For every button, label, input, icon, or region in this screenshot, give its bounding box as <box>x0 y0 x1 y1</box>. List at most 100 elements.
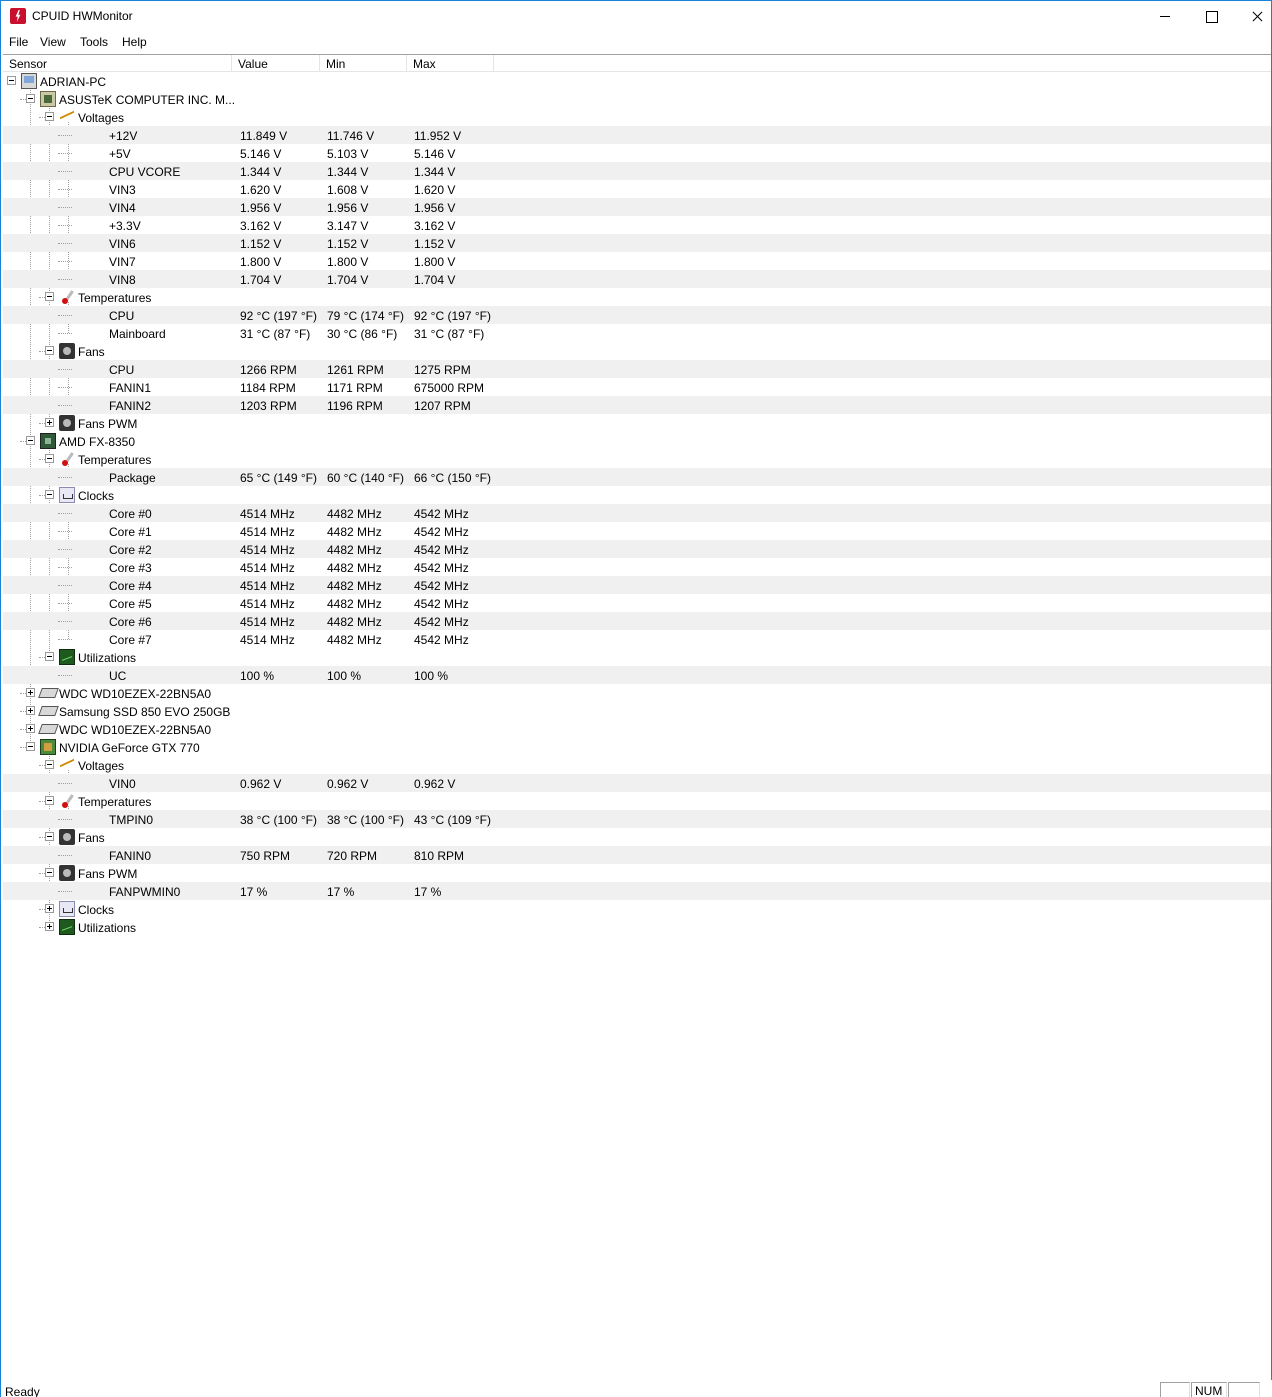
tree-node-row[interactable]: Temperatures <box>3 288 1271 306</box>
collapse-button[interactable] <box>45 346 54 355</box>
sensor-min-cell: 4482 MHz <box>327 561 382 575</box>
status-pane-empty <box>1160 1382 1190 1397</box>
tree-node-row[interactable]: Clocks <box>3 486 1271 504</box>
sensor-row[interactable]: CPU VCORE 1.344 V 1.344 V 1.344 V <box>3 162 1271 180</box>
thermometer-icon <box>59 793 75 809</box>
column-header-sensor[interactable]: Sensor <box>3 55 232 72</box>
sensor-name: VIN4 <box>109 201 136 215</box>
expand-button[interactable] <box>26 724 35 733</box>
sensor-row[interactable]: CPU 92 °C (197 °F) 79 °C (174 °F) 92 °C (19… <box>3 306 1271 324</box>
tree-node-row[interactable]: Voltages <box>3 108 1271 126</box>
collapse-button[interactable] <box>45 832 54 841</box>
tree-node-row[interactable]: WDC WD10EZEX-22BN5A0 <box>3 720 1271 738</box>
tree-node-row[interactable]: Fans <box>3 828 1271 846</box>
sensor-row[interactable]: VIN3 1.620 V 1.608 V 1.620 V <box>3 180 1271 198</box>
sensor-row[interactable]: +12V 11.849 V 11.746 V 11.952 V <box>3 126 1271 144</box>
tree-node-row[interactable]: Samsung SSD 850 EVO 250GB <box>3 702 1271 720</box>
collapse-button[interactable] <box>45 490 54 499</box>
sensor-tree[interactable]: ADRIAN-PC ASUSTeK COMPUTER INC. M... Volta… <box>3 72 1271 1378</box>
sensor-row[interactable]: VIN7 1.800 V 1.800 V 1.800 V <box>3 252 1271 270</box>
sensor-row[interactable]: CPU 1266 RPM 1261 RPM 1275 RPM <box>3 360 1271 378</box>
maximize-button[interactable] <box>1188 1 1234 31</box>
sensor-max-cell: 4542 MHz <box>414 615 469 629</box>
tree-node-row[interactable]: Voltages <box>3 756 1271 774</box>
sensor-name: FANPWMIN0 <box>109 885 181 899</box>
sensor-row[interactable]: Mainboard 31 °C (87 °F) 30 °C (86 °F) 31 °C… <box>3 324 1271 342</box>
collapse-button[interactable] <box>45 112 54 121</box>
column-header-min[interactable]: Min <box>320 55 407 72</box>
tree-connector-line <box>58 891 72 892</box>
tree-node-label: WDC WD10EZEX-22BN5A0 <box>59 687 212 701</box>
sensor-max-cell: 1.620 V <box>414 183 456 197</box>
sensor-row[interactable]: VIN0 0.962 V 0.962 V 0.962 V <box>3 774 1271 792</box>
collapse-button[interactable] <box>45 292 54 301</box>
sensor-row[interactable]: +5V 5.146 V 5.103 V 5.146 V <box>3 144 1271 162</box>
sensor-value-cell: 4514 MHz <box>240 543 295 557</box>
expand-button[interactable] <box>45 904 54 913</box>
sensor-row[interactable]: FANIN2 1203 RPM 1196 RPM 1207 RPM <box>3 396 1271 414</box>
tree-node-row[interactable]: ASUSTeK COMPUTER INC. M... <box>3 90 1271 108</box>
tree-node-label: Utilizations <box>78 921 137 935</box>
menu-help[interactable]: Help <box>122 35 147 49</box>
tree-node-row[interactable]: NVIDIA GeForce GTX 770 <box>3 738 1271 756</box>
sensor-row[interactable]: UC 100 % 100 % 100 % <box>3 666 1271 684</box>
collapse-button[interactable] <box>26 94 35 103</box>
sensor-row[interactable]: VIN8 1.704 V 1.704 V 1.704 V <box>3 270 1271 288</box>
menu-view[interactable]: View <box>40 35 66 49</box>
collapse-button[interactable] <box>26 742 35 751</box>
close-button[interactable] <box>1234 1 1272 31</box>
sensor-row[interactable]: VIN6 1.152 V 1.152 V 1.152 V <box>3 234 1271 252</box>
expand-button[interactable] <box>26 688 35 697</box>
expand-button[interactable] <box>45 418 54 427</box>
tree-connector-line <box>58 225 72 226</box>
tree-node-row[interactable]: Temperatures <box>3 792 1271 810</box>
sensor-row[interactable]: VIN4 1.956 V 1.956 V 1.956 V <box>3 198 1271 216</box>
tree-node-row[interactable]: Clocks <box>3 900 1271 918</box>
tree-node-row[interactable]: Fans PWM <box>3 414 1271 432</box>
sensor-row[interactable]: Core #7 4514 MHz 4482 MHz 4542 MHz <box>3 630 1271 648</box>
column-header-max[interactable]: Max <box>407 55 494 72</box>
expand-button[interactable] <box>45 922 54 931</box>
sensor-row[interactable]: Core #4 4514 MHz 4482 MHz 4542 MHz <box>3 576 1271 594</box>
collapse-button[interactable] <box>26 436 35 445</box>
menu-tools[interactable]: Tools <box>80 35 108 49</box>
minimize-button[interactable] <box>1142 1 1188 31</box>
tree-node-row[interactable]: Fans PWM <box>3 864 1271 882</box>
sensor-row[interactable]: +3.3V 3.162 V 3.147 V 3.162 V <box>3 216 1271 234</box>
sensor-row[interactable]: FANIN0 750 RPM 720 RPM 810 RPM <box>3 846 1271 864</box>
collapse-button[interactable] <box>45 796 54 805</box>
tree-node-row[interactable]: AMD FX-8350 <box>3 432 1271 450</box>
collapse-button[interactable] <box>45 652 54 661</box>
tree-connector-line <box>58 315 72 316</box>
sensor-row[interactable]: TMPIN0 38 °C (100 °F) 38 °C (100 °F) 43 °C … <box>3 810 1271 828</box>
collapse-button[interactable] <box>45 868 54 877</box>
collapse-button[interactable] <box>7 76 16 85</box>
tree-node-row[interactable]: Utilizations <box>3 918 1271 936</box>
tree-node-row[interactable]: WDC WD10EZEX-22BN5A0 <box>3 684 1271 702</box>
sensor-row[interactable]: Package 65 °C (149 °F) 60 °C (140 °F) 66 °C… <box>3 468 1271 486</box>
collapse-button[interactable] <box>45 760 54 769</box>
tree-node-row[interactable]: Temperatures <box>3 450 1271 468</box>
sensor-min-cell: 4482 MHz <box>327 543 382 557</box>
tree-node-row[interactable]: Fans <box>3 342 1271 360</box>
tree-node-row[interactable]: ADRIAN-PC <box>3 72 1271 90</box>
collapse-button[interactable] <box>45 454 54 463</box>
title-bar[interactable]: CPUID HWMonitor <box>1 1 1271 32</box>
menu-file[interactable]: File <box>9 35 28 49</box>
sensor-row[interactable]: Core #1 4514 MHz 4482 MHz 4542 MHz <box>3 522 1271 540</box>
sensor-row[interactable]: Core #6 4514 MHz 4482 MHz 4542 MHz <box>3 612 1271 630</box>
sensor-row[interactable]: FANPWMIN0 17 % 17 % 17 % <box>3 882 1271 900</box>
sensor-name: FANIN0 <box>109 849 152 863</box>
sensor-name: FANIN2 <box>109 399 152 413</box>
sensor-row[interactable]: Core #5 4514 MHz 4482 MHz 4542 MHz <box>3 594 1271 612</box>
expand-button[interactable] <box>26 706 35 715</box>
fan-pwm-icon <box>59 865 75 881</box>
tree-connector-line <box>58 207 72 208</box>
tree-node-row[interactable]: Utilizations <box>3 648 1271 666</box>
sensor-row[interactable]: FANIN1 1184 RPM 1171 RPM 675000 RPM <box>3 378 1271 396</box>
column-header-value[interactable]: Value <box>232 55 320 72</box>
sensor-row[interactable]: Core #2 4514 MHz 4482 MHz 4542 MHz <box>3 540 1271 558</box>
sensor-row[interactable]: Core #3 4514 MHz 4482 MHz 4542 MHz <box>3 558 1271 576</box>
status-pane-empty-2 <box>1228 1382 1260 1397</box>
sensor-row[interactable]: Core #0 4514 MHz 4482 MHz 4542 MHz <box>3 504 1271 522</box>
